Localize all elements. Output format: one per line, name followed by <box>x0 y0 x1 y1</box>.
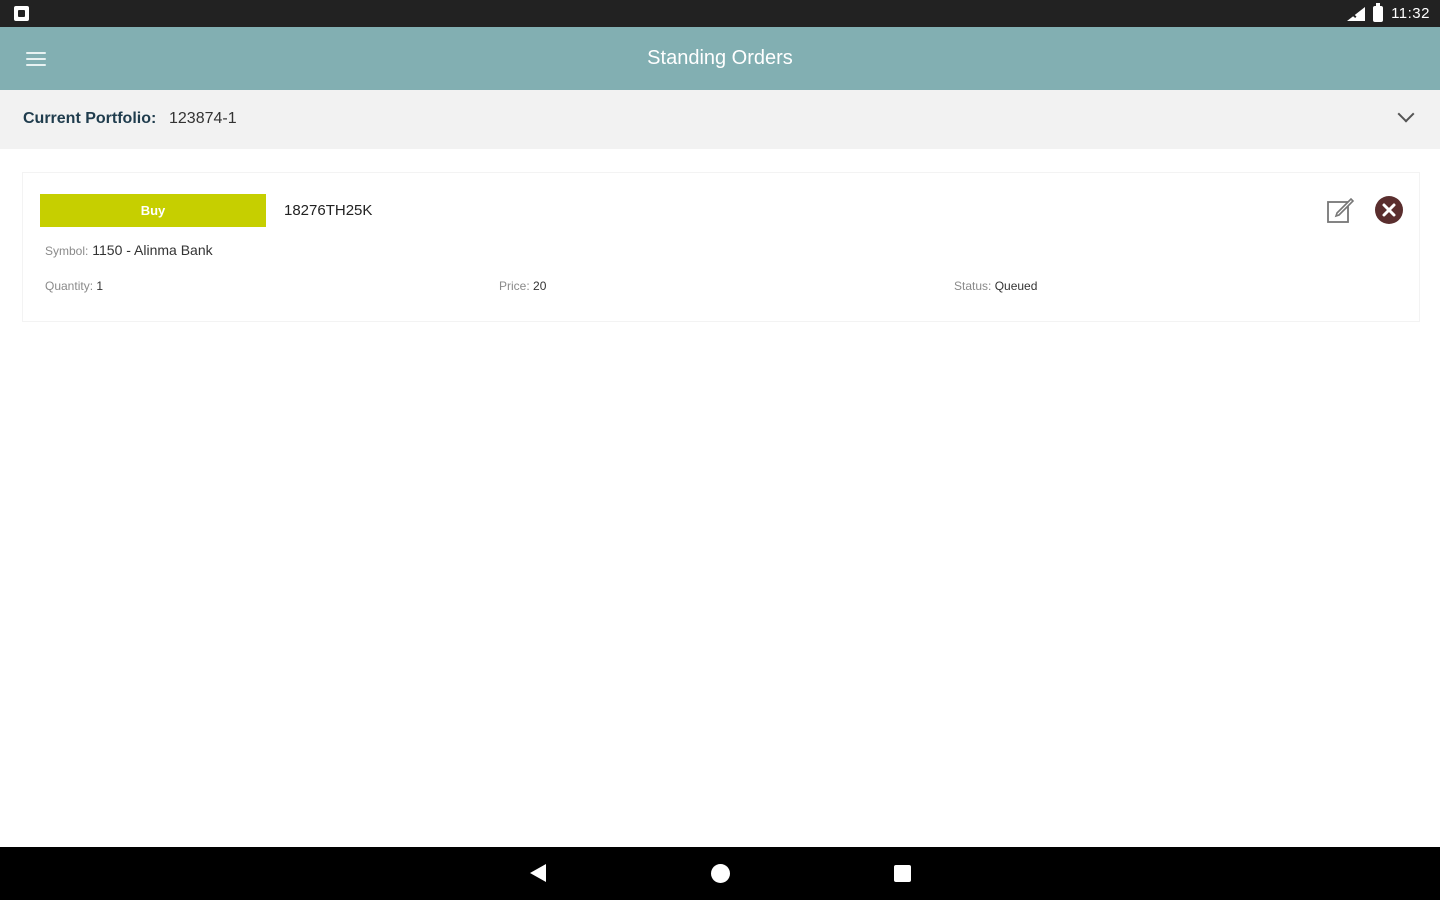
portfolio-selector[interactable]: Current Portfolio: 123874-1 <box>0 90 1440 149</box>
status-label: Status: <box>954 279 992 293</box>
app-bar: Standing Orders <box>0 27 1440 90</box>
symbol-value: 1150 - Alinma Bank <box>92 242 213 258</box>
quantity-label: Quantity: <box>45 279 94 293</box>
app-notification-icon <box>14 6 29 21</box>
edit-icon[interactable] <box>1325 195 1355 225</box>
status-bar: 11:32 <box>0 0 1440 27</box>
status-icons: 11:32 <box>1345 0 1430 27</box>
chevron-down-icon[interactable] <box>1397 105 1415 123</box>
quantity-value: 1 <box>96 279 104 293</box>
navigation-bar <box>0 847 1440 900</box>
price-value: 20 <box>533 279 547 293</box>
order-quantity: Quantity: 1 <box>45 279 103 293</box>
order-id: 18276TH25K <box>284 202 373 219</box>
portfolio-value: 123874-1 <box>169 110 237 127</box>
standing-order-card: Buy 18276TH25K Symbol: 1150 - Alinma Ban… <box>22 172 1420 322</box>
home-icon[interactable] <box>711 864 730 883</box>
order-type-badge: Buy <box>40 194 266 227</box>
signal-icon <box>1345 6 1366 21</box>
portfolio-label: Current Portfolio: <box>23 110 157 127</box>
symbol-label: Symbol: <box>45 244 89 258</box>
battery-icon <box>1373 2 1384 22</box>
menu-icon[interactable] <box>26 51 46 67</box>
page-title: Standing Orders <box>647 47 793 69</box>
order-status: Status: Queued <box>954 279 1037 293</box>
recents-icon[interactable] <box>894 865 911 882</box>
order-price: Price: 20 <box>499 279 546 293</box>
order-symbol: Symbol: 1150 - Alinma Bank <box>45 242 213 258</box>
status-value: Queued <box>994 279 1038 293</box>
back-icon[interactable] <box>530 864 546 882</box>
cancel-icon[interactable] <box>1374 195 1404 225</box>
status-time: 11:32 <box>1391 5 1430 22</box>
price-label: Price: <box>499 279 530 293</box>
